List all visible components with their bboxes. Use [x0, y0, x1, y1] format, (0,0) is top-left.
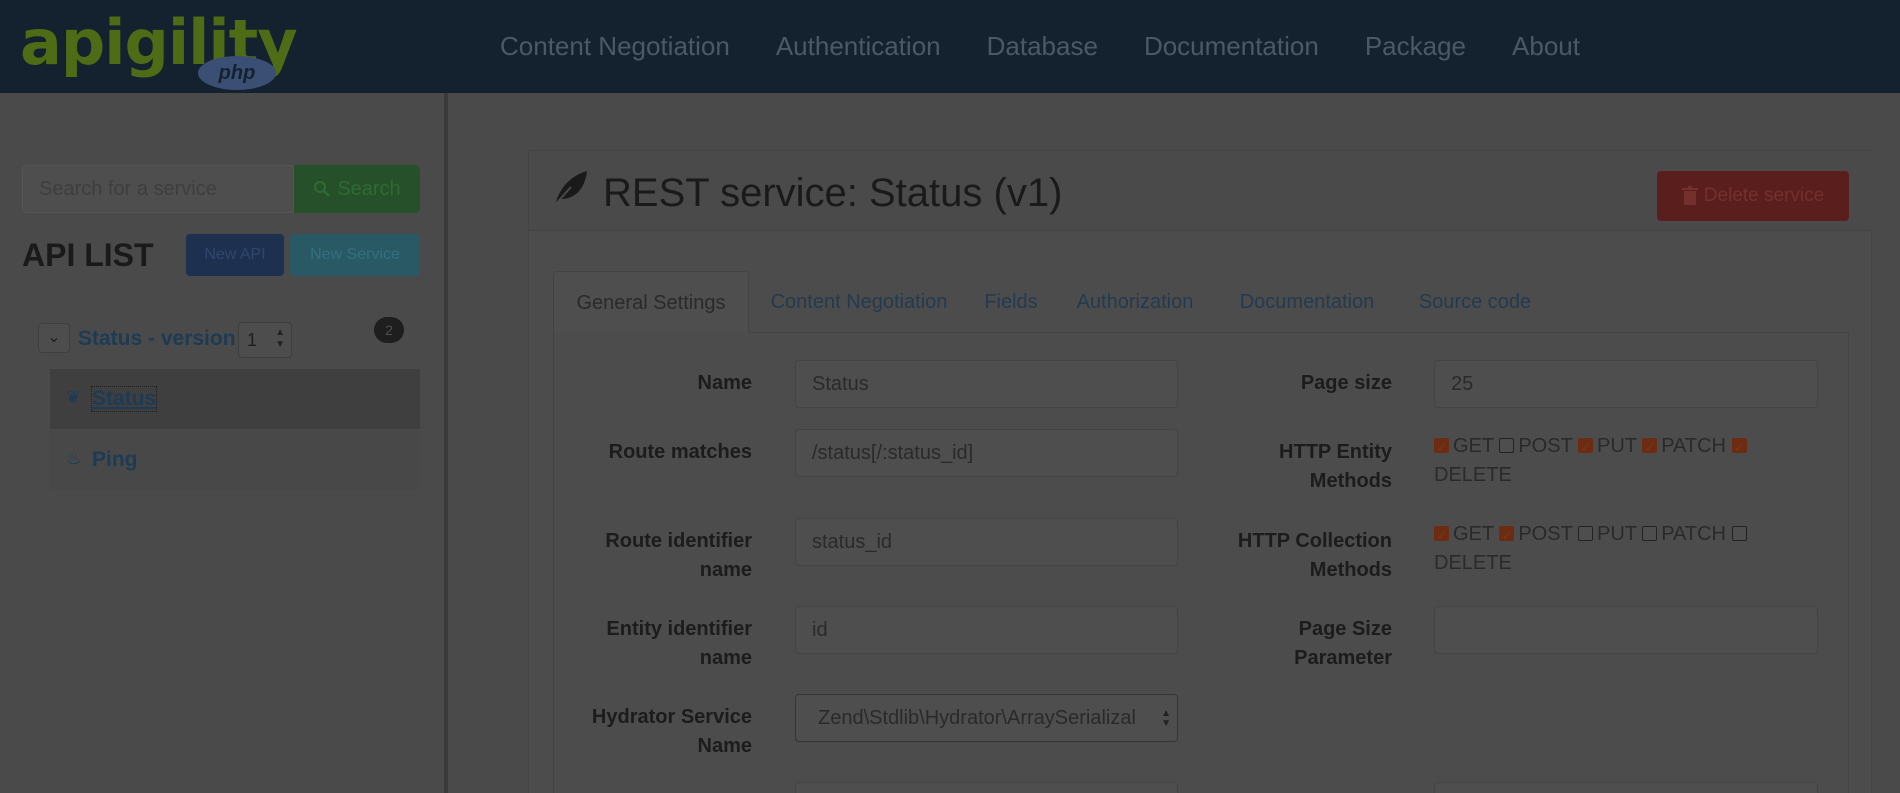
- leaf-icon: ❦: [66, 387, 82, 407]
- version-select[interactable]: 1 ▲ ▼: [238, 322, 292, 358]
- collection-put-checkbox[interactable]: PUT: [1577, 523, 1637, 545]
- collection-post-checkbox[interactable]: POST: [1499, 521, 1572, 550]
- entity-identifier-label-line2: name: [699, 647, 752, 669]
- hydrator-select-value: Zend\Stdlib\Hydrator\ArraySerializal: [818, 707, 1136, 729]
- new-service-button[interactable]: New Service: [290, 234, 420, 276]
- nav-authentication[interactable]: Authentication: [776, 31, 941, 62]
- collection-methods-label-line1: HTTP Collection: [1237, 530, 1392, 552]
- fire-icon: ♨: [66, 448, 83, 468]
- sidebar-item-label[interactable]: Ping: [92, 448, 138, 472]
- entity-get-checkbox[interactable]: GET: [1434, 433, 1494, 462]
- page-size-label: Page size: [1300, 372, 1392, 394]
- tab-authorization[interactable]: Authorization: [1061, 271, 1209, 333]
- sidebar-item-ping[interactable]: ♨ Ping: [50, 430, 420, 490]
- version-select-value: 1: [247, 330, 258, 350]
- delete-service-label: Delete service: [1703, 185, 1825, 206]
- entity-put-checkbox[interactable]: PUT: [1577, 433, 1637, 462]
- page-title: REST service: Status (v1): [603, 171, 1063, 215]
- hydrator-select[interactable]: Zend\Stdlib\Hydrator\ArraySerializal ▲ ▼: [795, 694, 1178, 742]
- nav-package[interactable]: Package: [1365, 31, 1466, 62]
- entity-post-checkbox[interactable]: POST: [1499, 435, 1572, 457]
- next-right-field[interactable]: [1434, 782, 1818, 793]
- tab-documentation[interactable]: Documentation: [1217, 271, 1397, 333]
- leaf-icon: [552, 171, 587, 208]
- service-search-input[interactable]: Search for a service: [22, 165, 294, 213]
- name-label: Name: [697, 372, 752, 394]
- page-size-param-field[interactable]: [1434, 606, 1818, 654]
- new-api-button[interactable]: New API: [186, 234, 284, 276]
- panel-header: REST service: Status (v1) Delete service: [529, 151, 1873, 231]
- hydrator-label-line2: Name: [697, 735, 752, 757]
- nav-about[interactable]: About: [1512, 31, 1580, 62]
- page-size-param-label: Page Size Parameter: [1200, 615, 1392, 673]
- sidebar-item-status[interactable]: ❦ Status: [50, 369, 420, 429]
- route-identifier-field[interactable]: status_id: [795, 518, 1178, 566]
- nav-database[interactable]: Database: [987, 31, 1098, 62]
- route-identifier-label: Route identifier name: [560, 527, 752, 585]
- next-left-field[interactable]: [795, 782, 1178, 793]
- trash-icon: [1681, 186, 1698, 205]
- api-name-link[interactable]: Status - version: [78, 327, 236, 351]
- chevron-down-icon: ⌄: [47, 329, 61, 346]
- top-navbar: apigility php Content Negotiation Authen…: [0, 0, 1900, 93]
- collection-methods-group: GET POST PUT PATCH DELETE: [1434, 520, 1814, 578]
- tab-source-code[interactable]: Source code: [1405, 271, 1545, 333]
- tab-bar: General Settings Content Negotiation Fie…: [553, 271, 1849, 333]
- tab-general-settings[interactable]: General Settings: [553, 271, 749, 333]
- collection-get-checkbox[interactable]: GET: [1434, 521, 1494, 550]
- route-matches-field[interactable]: /status[/:status_id]: [795, 429, 1178, 477]
- hydrator-label-line1: Hydrator Service: [591, 706, 752, 728]
- collapse-toggle[interactable]: ⌄: [38, 323, 70, 353]
- tab-content-negotiation[interactable]: Content Negotiation: [753, 271, 965, 333]
- entity-methods-label-line1: HTTP Entity: [1279, 441, 1392, 463]
- select-arrows-icon: ▲ ▼: [275, 327, 285, 350]
- nav-content-negotiation[interactable]: Content Negotiation: [500, 31, 730, 62]
- nav-documentation[interactable]: Documentation: [1144, 31, 1319, 62]
- hydrator-label: Hydrator Service Name: [560, 703, 752, 761]
- page-size-param-label-line2: Parameter: [1294, 647, 1392, 669]
- search-icon: [314, 181, 331, 197]
- search-button[interactable]: Search: [294, 165, 420, 213]
- entity-identifier-field[interactable]: id: [795, 606, 1178, 654]
- sidebar-item-label[interactable]: Status: [90, 386, 158, 412]
- page-size-field[interactable]: 25: [1434, 360, 1818, 408]
- sidebar: Search for a service Search API LIST New…: [0, 93, 448, 793]
- search-button-label: Search: [337, 177, 401, 200]
- collection-methods-label-line2: Methods: [1309, 559, 1392, 581]
- tab-fields[interactable]: Fields: [969, 271, 1053, 333]
- service-count-badge: 2: [374, 317, 404, 343]
- apigility-logo[interactable]: apigility php: [20, 6, 298, 90]
- page-size-param-label-line1: Page Size: [1298, 618, 1392, 640]
- entity-identifier-label: Entity identifier name: [560, 615, 752, 673]
- entity-patch-checkbox[interactable]: PATCH: [1642, 433, 1726, 462]
- select-arrows-icon: ▲ ▼: [1161, 708, 1171, 729]
- route-identifier-label-line1: Route identifier: [605, 530, 752, 552]
- entity-methods-group: GET POST PUT PATCH DELETE: [1434, 432, 1814, 490]
- delete-service-button[interactable]: Delete service: [1657, 171, 1849, 221]
- logo-php-badge: php: [198, 56, 276, 90]
- name-field[interactable]: Status: [795, 360, 1178, 408]
- entity-identifier-label-line1: Entity identifier: [606, 618, 752, 640]
- collection-patch-checkbox[interactable]: PATCH: [1642, 523, 1726, 545]
- route-matches-label: Route matches: [608, 441, 752, 463]
- api-list-title: API LIST: [22, 237, 154, 273]
- entity-methods-label-line2: Methods: [1309, 470, 1392, 492]
- collection-methods-label: HTTP Collection Methods: [1200, 527, 1392, 585]
- api-group-status: ⌄ Status - version 1 ▲ ▼ 2: [24, 307, 420, 365]
- route-identifier-label-line2: name: [699, 559, 752, 581]
- main-nav: Content Negotiation Authentication Datab…: [500, 0, 1626, 93]
- entity-methods-label: HTTP Entity Methods: [1200, 438, 1392, 496]
